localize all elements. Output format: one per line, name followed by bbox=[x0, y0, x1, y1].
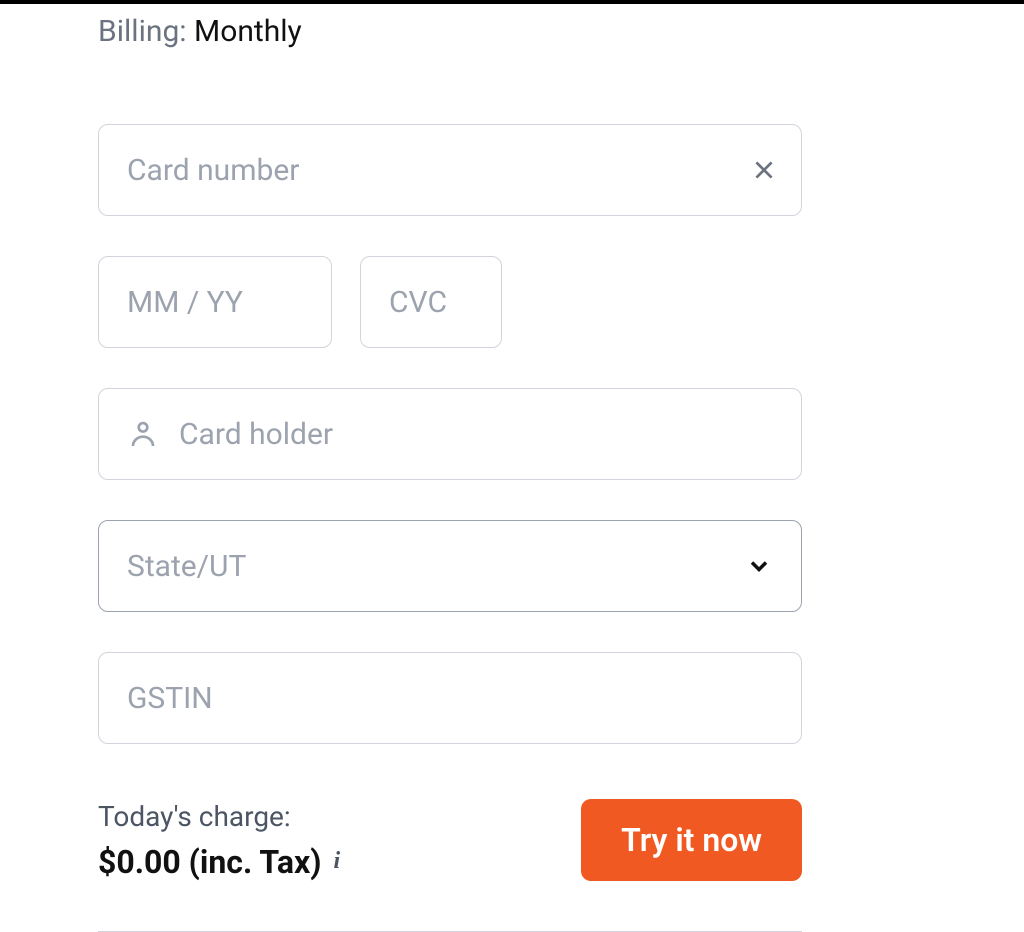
close-icon[interactable] bbox=[751, 157, 777, 183]
cvc-field[interactable] bbox=[360, 256, 502, 348]
card-holder-input[interactable] bbox=[179, 417, 773, 452]
payment-form-container: Billing: Monthly State/UT bbox=[0, 4, 900, 932]
expiry-field[interactable] bbox=[98, 256, 332, 348]
state-placeholder: State/UT bbox=[127, 549, 745, 584]
state-select[interactable]: State/UT bbox=[98, 520, 802, 612]
info-icon[interactable]: i bbox=[333, 848, 340, 875]
person-icon bbox=[127, 418, 159, 450]
billing-label: Billing: bbox=[98, 14, 187, 49]
expiry-cvc-row bbox=[98, 256, 802, 348]
charge-amount-line: $0.00 (inc. Tax) i bbox=[98, 843, 340, 881]
card-number-input[interactable] bbox=[127, 153, 773, 188]
gstin-input[interactable] bbox=[127, 681, 773, 716]
expiry-input[interactable] bbox=[127, 285, 303, 320]
chevron-down-icon bbox=[745, 552, 773, 580]
try-it-now-button[interactable]: Try it now bbox=[581, 799, 802, 881]
cvc-input[interactable] bbox=[389, 285, 473, 320]
card-number-field[interactable] bbox=[98, 124, 802, 216]
billing-value: Monthly bbox=[194, 14, 302, 49]
gstin-field[interactable] bbox=[98, 652, 802, 744]
footer-row: Today's charge: $0.00 (inc. Tax) i Try i… bbox=[98, 799, 802, 881]
charge-label: Today's charge: bbox=[98, 800, 340, 833]
charge-block: Today's charge: $0.00 (inc. Tax) i bbox=[98, 800, 340, 881]
charge-amount: $0.00 (inc. Tax) bbox=[98, 843, 321, 881]
card-holder-field[interactable] bbox=[98, 388, 802, 480]
billing-line: Billing: Monthly bbox=[98, 14, 802, 49]
